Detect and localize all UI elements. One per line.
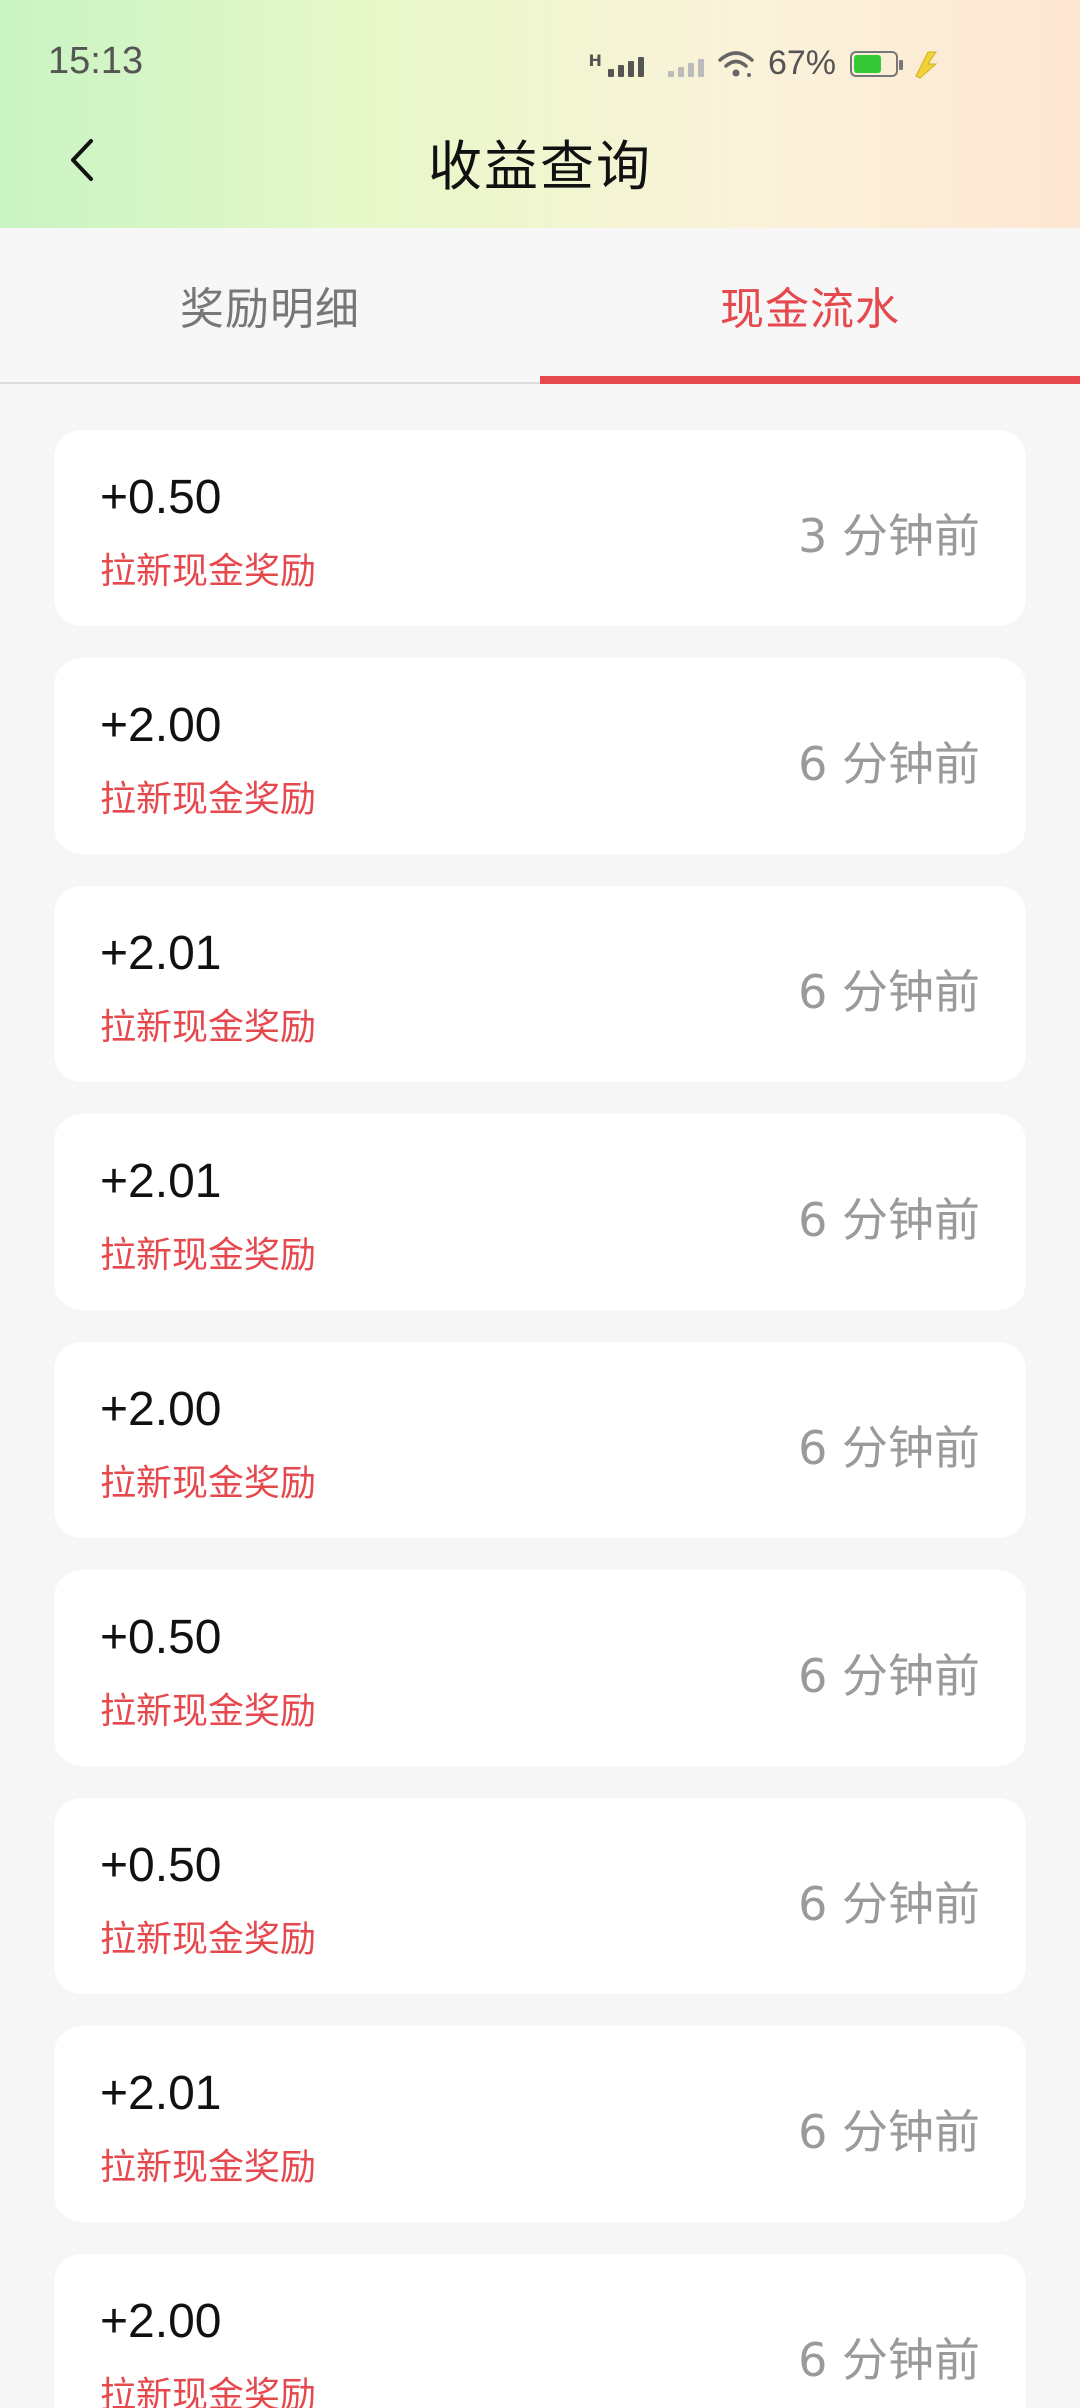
signal-icon: H <box>589 51 644 77</box>
amount: +0.50 <box>100 471 222 524</box>
tab-reward-details[interactable]: 奖励明细 <box>0 228 540 382</box>
amount: +2.00 <box>100 2295 222 2348</box>
list-item[interactable]: +2.00 拉新现金奖励 6 分钟前 <box>54 658 1026 854</box>
record-time: 6 分钟前 <box>798 1193 980 1247</box>
record-time: 6 分钟前 <box>798 737 980 791</box>
amount: +0.50 <box>100 1839 222 1892</box>
record-time: 6 分钟前 <box>798 965 980 1019</box>
record-time: 3 分钟前 <box>798 509 980 563</box>
signal-secondary-icon <box>667 51 704 77</box>
record-time: 6 分钟前 <box>798 1649 980 1703</box>
list-item[interactable]: +0.50 拉新现金奖励 6 分钟前 <box>54 1798 1026 1994</box>
record-time: 6 分钟前 <box>798 2333 980 2387</box>
battery-percent: 67% <box>767 44 836 82</box>
battery-icon <box>850 50 903 77</box>
record-description: 拉新现金奖励 <box>100 2375 317 2408</box>
screen: 15:13 H 67% 收益查询 奖励明细 现金流水 +0.50 拉新现金奖励 … <box>0 0 1080 2408</box>
record-time: 6 分钟前 <box>798 2105 980 2159</box>
record-description: 拉新现金奖励 <box>100 1919 317 1960</box>
record-description: 拉新现金奖励 <box>100 779 317 820</box>
amount: +0.50 <box>100 1611 222 1664</box>
amount: +2.01 <box>100 1155 222 1208</box>
list-item[interactable]: +0.50 拉新现金奖励 6 分钟前 <box>54 1570 1026 1766</box>
charging-icon <box>915 51 938 79</box>
cash-flow-list: +0.50 拉新现金奖励 3 分钟前 +2.00 拉新现金奖励 6 分钟前 +2… <box>54 430 1026 2408</box>
page-title: 收益查询 <box>428 135 652 198</box>
list-item[interactable]: +0.50 拉新现金奖励 3 分钟前 <box>54 430 1026 626</box>
record-time: 6 分钟前 <box>798 1877 980 1931</box>
record-description: 拉新现金奖励 <box>100 1007 317 1048</box>
status-bar: 15:13 H 67% <box>0 0 1080 130</box>
list-item[interactable]: +2.01 拉新现金奖励 6 分钟前 <box>54 1114 1026 1310</box>
status-icons: H 67% <box>589 44 940 83</box>
list-item[interactable]: +2.00 拉新现金奖励 6 分钟前 <box>54 2254 1026 2408</box>
network-type-label: H <box>588 50 602 70</box>
list-item[interactable]: +2.01 拉新现金奖励 6 分钟前 <box>54 886 1026 1082</box>
status-time: 15:13 <box>48 40 144 82</box>
amount: +2.00 <box>100 1383 222 1436</box>
record-description: 拉新现金奖励 <box>100 1463 317 1504</box>
record-time: 6 分钟前 <box>798 1421 980 1475</box>
battery-fill <box>854 54 881 73</box>
list-item[interactable]: +2.01 拉新现金奖励 6 分钟前 <box>54 2026 1026 2222</box>
amount: +2.01 <box>100 2067 222 2120</box>
record-description: 拉新现金奖励 <box>100 2147 317 2188</box>
header: 15:13 H 67% 收益查询 <box>0 0 1080 228</box>
record-description: 拉新现金奖励 <box>100 1691 317 1732</box>
list-item[interactable]: +2.00 拉新现金奖励 6 分钟前 <box>54 1342 1026 1538</box>
tab-cash-flow[interactable]: 现金流水 <box>540 228 1080 384</box>
tab-bar: 奖励明细 现金流水 <box>0 228 1080 384</box>
amount: +2.00 <box>100 699 222 752</box>
record-description: 拉新现金奖励 <box>100 551 317 592</box>
record-description: 拉新现金奖励 <box>100 1235 317 1276</box>
amount: +2.01 <box>100 927 222 980</box>
wifi-icon <box>718 50 754 77</box>
